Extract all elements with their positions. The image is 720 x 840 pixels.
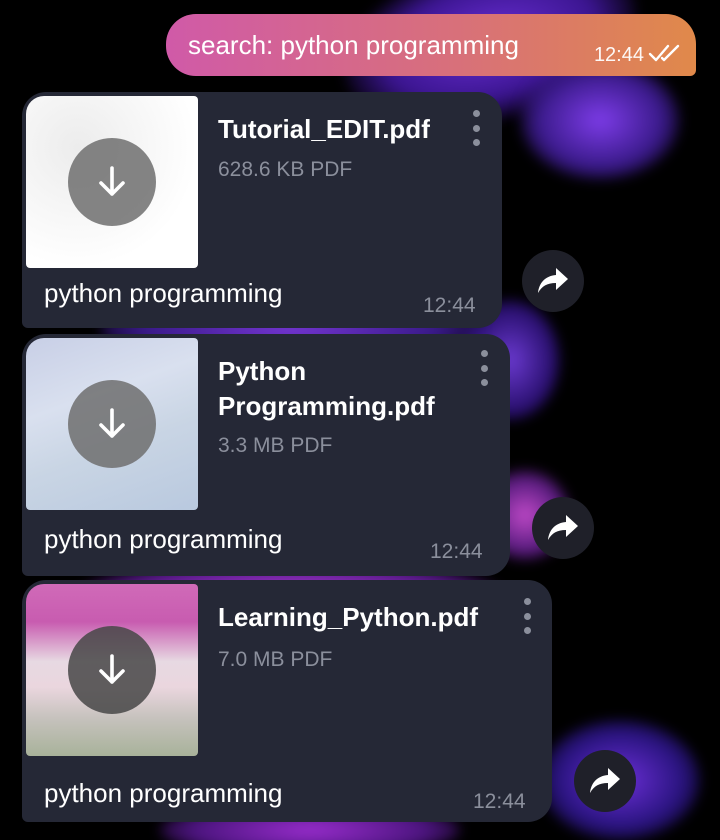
outgoing-message-text: search: python programming [188, 30, 519, 60]
more-options-button[interactable] [479, 350, 489, 386]
document-thumbnail[interactable] [26, 338, 198, 510]
document-time: 12:44 [423, 294, 476, 317]
dot-icon [523, 598, 531, 605]
dot-icon [523, 612, 531, 620]
arrow-down-icon [99, 654, 125, 684]
share-arrow-icon [548, 515, 578, 540]
more-options-button[interactable] [522, 598, 532, 634]
share-arrow-icon [590, 768, 620, 793]
dot-icon [480, 364, 488, 372]
document-caption: python programming [44, 278, 283, 308]
arrow-down-icon [99, 166, 125, 196]
share-arrow-icon [538, 268, 568, 293]
forward-button[interactable] [574, 750, 636, 812]
download-button[interactable] [68, 380, 156, 468]
document-message[interactable]: Learning_Python.pdf 7.0 MB PDF python pr… [22, 580, 552, 822]
dot-icon [523, 627, 531, 634]
dot-icon [472, 110, 480, 117]
document-message[interactable]: Python Programming.pdf 3.3 MB PDF python… [22, 334, 510, 576]
dot-icon [480, 379, 488, 386]
message-list: search: python programming 12:44 Tutoria… [0, 0, 720, 840]
download-button[interactable] [68, 626, 156, 714]
document-file-info: 628.6 KB PDF [218, 158, 353, 181]
dot-icon [480, 350, 488, 357]
forward-button[interactable] [522, 250, 584, 312]
dot-icon [472, 139, 480, 146]
document-file-info: 3.3 MB PDF [218, 434, 333, 457]
document-file-info: 7.0 MB PDF [218, 648, 333, 671]
forward-button[interactable] [532, 497, 594, 559]
document-file-name: Tutorial_EDIT.pdf [218, 114, 430, 144]
more-options-button[interactable] [471, 110, 481, 146]
dot-icon [472, 124, 480, 132]
document-file-name-line2: Programming.pdf [218, 391, 435, 421]
outgoing-message-time: 12:44 [593, 44, 644, 66]
document-thumbnail[interactable] [26, 584, 198, 756]
document-time: 12:44 [473, 790, 526, 813]
document-time: 12:44 [430, 540, 483, 563]
document-thumbnail[interactable] [26, 96, 198, 268]
document-caption: python programming [44, 524, 283, 554]
document-file-name-line1: Python [218, 356, 307, 386]
document-file-name: Learning_Python.pdf [218, 602, 478, 632]
double-check-icon [648, 44, 680, 62]
outgoing-message[interactable]: search: python programming 12:44 [166, 14, 696, 76]
document-message[interactable]: Tutorial_EDIT.pdf 628.6 KB PDF python pr… [22, 92, 502, 328]
document-caption: python programming [44, 778, 283, 808]
document-file-name: Python Programming.pdf [218, 354, 435, 424]
download-button[interactable] [68, 138, 156, 226]
arrow-down-icon [99, 408, 125, 438]
